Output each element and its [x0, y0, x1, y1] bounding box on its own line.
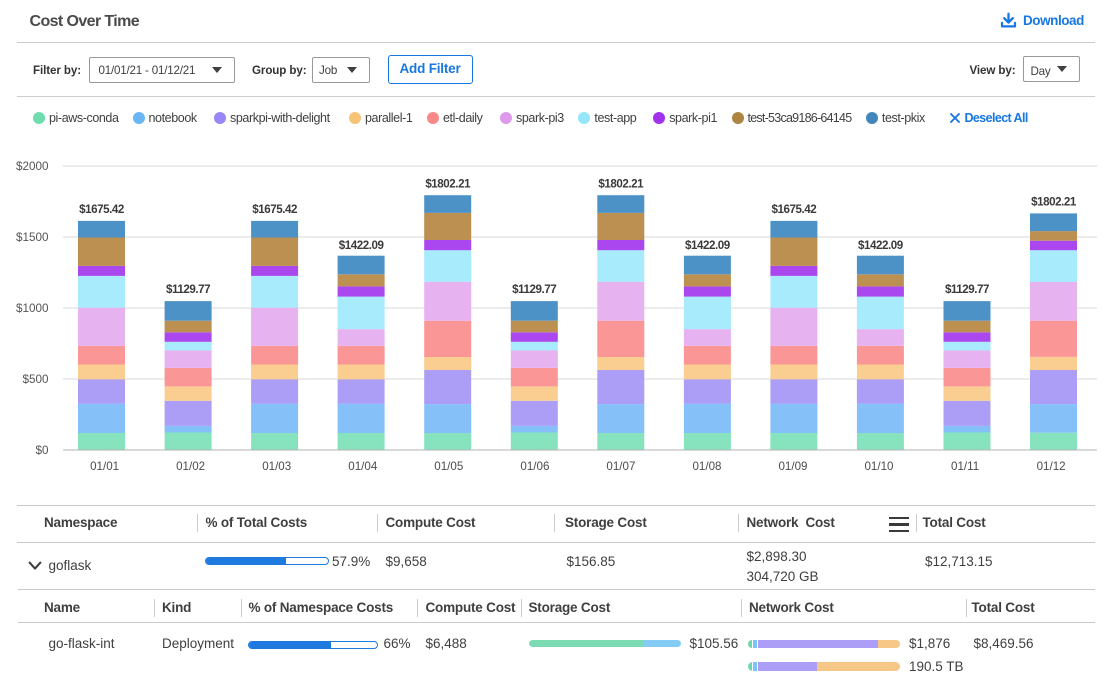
svg-text:$1422.09: $1422.09 — [858, 239, 904, 252]
svg-text:$1422.09: $1422.09 — [685, 239, 731, 252]
svg-text:01/07: 01/07 — [606, 460, 635, 473]
svg-text:$1802.21: $1802.21 — [1031, 196, 1077, 209]
svg-text:$1675.42: $1675.42 — [79, 203, 124, 216]
svg-text:01/12: 01/12 — [1037, 460, 1066, 473]
svg-text:$500: $500 — [22, 373, 49, 386]
svg-text:$2000: $2000 — [16, 160, 49, 173]
svg-text:$1422.09: $1422.09 — [339, 239, 385, 252]
svg-text:01/06: 01/06 — [520, 460, 549, 473]
svg-text:01/05: 01/05 — [434, 460, 463, 473]
svg-text:$1675.42: $1675.42 — [252, 203, 297, 216]
svg-text:01/09: 01/09 — [778, 460, 807, 473]
svg-text:$1675.42: $1675.42 — [772, 203, 817, 216]
svg-text:$1000: $1000 — [16, 302, 49, 315]
svg-text:$0: $0 — [35, 444, 49, 457]
svg-text:$1802.21: $1802.21 — [598, 178, 644, 191]
svg-text:$1129.77: $1129.77 — [945, 283, 989, 296]
svg-text:$1129.77: $1129.77 — [166, 283, 210, 296]
svg-text:01/02: 01/02 — [176, 460, 205, 473]
svg-text:$1129.77: $1129.77 — [512, 283, 556, 296]
svg-text:01/04: 01/04 — [348, 460, 378, 473]
svg-text:01/01: 01/01 — [90, 460, 119, 473]
svg-text:01/10: 01/10 — [864, 460, 893, 473]
svg-text:01/08: 01/08 — [692, 460, 721, 473]
svg-text:01/03: 01/03 — [262, 460, 291, 473]
svg-text:01/11: 01/11 — [951, 460, 979, 473]
svg-text:$1500: $1500 — [16, 231, 49, 244]
svg-text:$1802.21: $1802.21 — [425, 178, 471, 191]
